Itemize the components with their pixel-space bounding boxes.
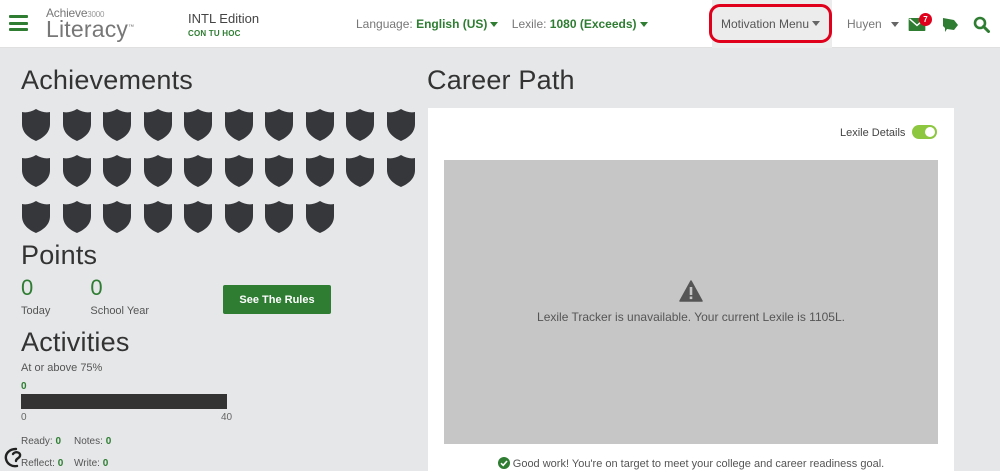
achievement-shield-icon[interactable] — [183, 200, 213, 234]
achievement-shield-icon[interactable] — [264, 200, 294, 234]
points-school-year: 0 School Year — [90, 275, 150, 318]
achievement-badges — [21, 108, 421, 234]
language-lexile-bar: Language: English (US) Lexile: 1080 (Exc… — [356, 17, 648, 31]
brand-logo[interactable]: Achieve3000 Literacy™ — [46, 7, 134, 41]
lexile-dropdown[interactable]: 1080 (Exceeds) — [550, 17, 648, 31]
achievement-shield-icon[interactable] — [224, 154, 254, 188]
stat-ready: Ready: 0 — [21, 436, 62, 447]
user-menu[interactable]: Huyen — [847, 17, 900, 31]
achievement-shield-icon[interactable] — [62, 154, 92, 188]
achievement-shield-icon[interactable] — [143, 154, 173, 188]
achievement-shield-icon[interactable] — [224, 108, 254, 142]
achievement-shield-icon[interactable] — [21, 200, 51, 234]
stat-write: Write: 0 — [74, 458, 109, 469]
activities-bar-max: 40 — [221, 412, 233, 423]
points-today: 0 Today — [21, 275, 51, 318]
motivation-menu-button[interactable]: Motivation Menu — [709, 4, 832, 43]
edition-subtitle: CON TU HOC — [188, 29, 241, 38]
mail-count-badge: 7 — [919, 13, 932, 26]
achievements-title: Achievements — [21, 65, 193, 95]
search-icon[interactable] — [973, 16, 990, 33]
lexile-label: Lexile: — [511, 17, 547, 31]
lexile-tracker-message: Lexile Tracker is unavailable. Your curr… — [537, 310, 845, 324]
achievement-shield-icon[interactable] — [143, 200, 173, 234]
achievement-shield-icon[interactable] — [21, 108, 51, 142]
achievement-shield-icon[interactable] — [264, 108, 294, 142]
achievement-shield-icon[interactable] — [305, 200, 335, 234]
see-the-rules-button[interactable]: See The Rules — [223, 285, 331, 314]
activities-progress-bar — [21, 394, 227, 409]
achievement-shield-icon[interactable] — [224, 200, 254, 234]
achievement-shield-icon[interactable] — [305, 108, 335, 142]
achievement-shield-icon[interactable] — [345, 108, 375, 142]
warning-icon — [679, 280, 703, 302]
achievement-shield-icon[interactable] — [264, 154, 294, 188]
career-path-title: Career Path — [427, 65, 575, 95]
edition-info: INTL Edition CON TU HOC — [188, 11, 259, 38]
achievement-shield-icon[interactable] — [21, 154, 51, 188]
points-today-label: Today — [21, 305, 51, 317]
chevron-down-icon — [891, 22, 900, 28]
achievement-shield-icon[interactable] — [305, 154, 335, 188]
language-label: Language: — [356, 17, 413, 31]
achievement-shield-icon[interactable] — [62, 200, 92, 234]
check-circle-icon — [497, 457, 510, 469]
points-year-label: School Year — [90, 305, 150, 317]
points-today-value: 0 — [21, 275, 34, 300]
activities-subtitle: At or above 75% — [21, 362, 103, 374]
achievement-shield-icon[interactable] — [102, 200, 132, 234]
activities-progress-value: 0 — [21, 381, 27, 392]
achievement-shield-icon[interactable] — [102, 154, 132, 188]
help-bubble-icon[interactable] — [4, 447, 30, 471]
achievement-shield-icon[interactable] — [183, 154, 213, 188]
language-dropdown[interactable]: English (US) — [416, 17, 499, 31]
achievement-shield-icon[interactable] — [102, 108, 132, 142]
chevron-down-icon — [639, 22, 648, 28]
edition-title: INTL Edition — [188, 11, 260, 26]
achievement-shield-icon[interactable] — [345, 154, 375, 188]
achievement-shield-icon[interactable] — [386, 154, 416, 188]
activities-bar-min: 0 — [21, 412, 27, 423]
achievement-shield-icon[interactable] — [62, 108, 92, 142]
points-summary: 0 Today 0 School Year — [21, 275, 150, 318]
stat-notes: Notes: 0 — [74, 436, 112, 447]
activities-title: Activities — [21, 327, 130, 357]
hamburger-menu-icon[interactable] — [9, 15, 28, 31]
points-year-value: 0 — [90, 275, 103, 300]
readiness-goal-message: Good work! You're on target to meet your… — [444, 457, 938, 470]
lexile-tracker-panel — [444, 160, 938, 444]
chat-icon[interactable] — [942, 17, 959, 33]
top-header: Achieve3000 Literacy™ INTL Edition CON T… — [0, 0, 1000, 48]
achievement-shield-icon[interactable] — [143, 108, 173, 142]
chevron-down-icon — [812, 21, 821, 26]
chevron-down-icon — [490, 22, 499, 28]
achievement-shield-icon[interactable] — [183, 108, 213, 142]
achievement-shield-icon[interactable] — [386, 108, 416, 142]
points-title: Points — [21, 240, 98, 270]
brand-main-text: Literacy™ — [46, 16, 135, 42]
lexile-details-label: Lexile Details — [840, 127, 906, 139]
lexile-details-toggle[interactable] — [912, 125, 937, 139]
